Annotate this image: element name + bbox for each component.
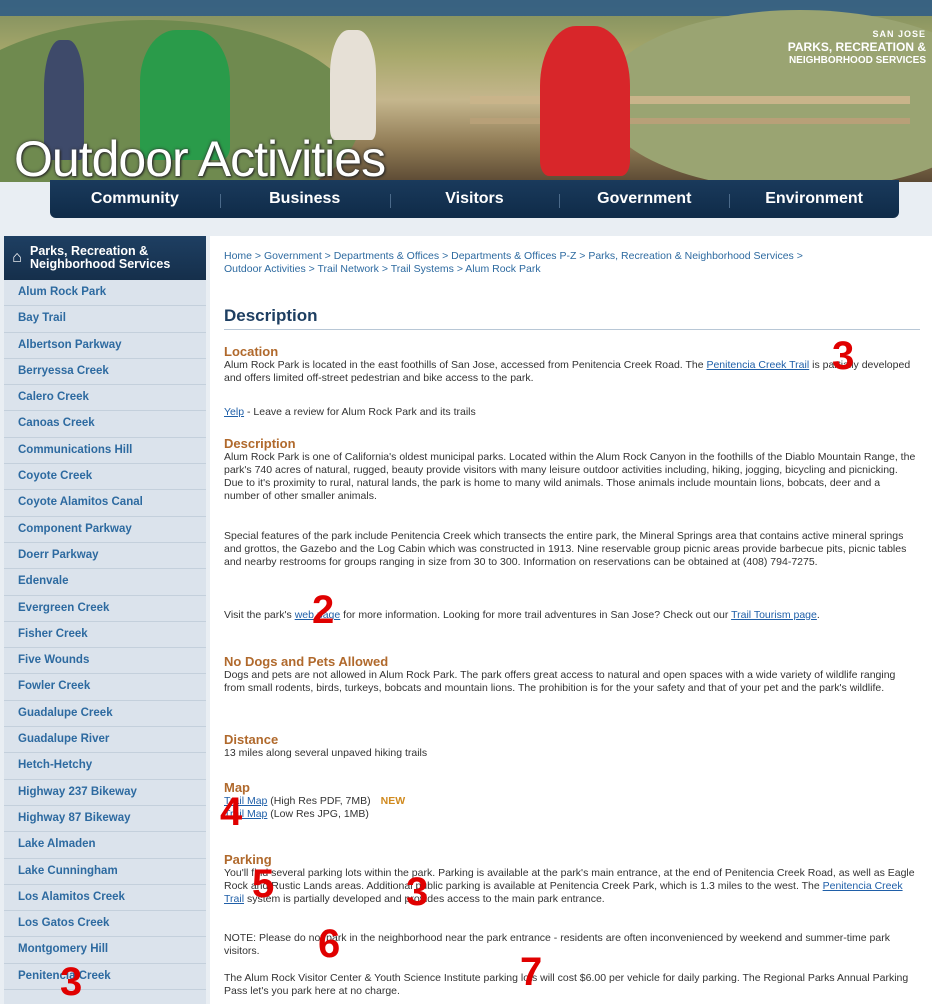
sidebar-header[interactable]: ⌂ Parks, Recreation & Neighborhood Servi… [4, 236, 206, 280]
description-heading: Description [224, 436, 296, 451]
nav-community[interactable]: Community [50, 190, 220, 208]
sidebar-item-highway-87-bikeway[interactable]: Highway 87 Bikeway [4, 806, 206, 833]
map-section: Map Trail Map (High Res PDF, 7MB) NEW Tra… [224, 780, 918, 821]
sidebar-item-berryessa-creek[interactable]: Berryessa Creek [4, 359, 206, 386]
location-heading: Location [224, 344, 279, 359]
sidebar-item-bay-trail[interactable]: Bay Trail [4, 306, 206, 333]
sidebar-item-calero-creek[interactable]: Calero Creek [4, 385, 206, 412]
page-title: Description [224, 306, 318, 325]
title-divider [224, 329, 920, 330]
location-section: Location Alum Rock Park is located in th… [224, 344, 918, 385]
sidebar-item-highway-237-bikeway[interactable]: Highway 237 Bikeway [4, 780, 206, 806]
nav-visitors[interactable]: Visitors [389, 190, 560, 208]
yelp-line: Yelp - Leave a review for Alum Rock Park… [224, 406, 476, 418]
distance-section: Distance 13 miles along several unpaved … [224, 732, 918, 760]
description-paragraph-1: Alum Rock Park is one of California's ol… [224, 451, 916, 502]
sidebar-item-montgomery-hill[interactable]: Montgomery Hill [4, 937, 206, 964]
sidebar-item-doerr-parkway[interactable]: Doerr Parkway [4, 543, 206, 570]
annotation-number-7: 7 [520, 950, 543, 994]
sidebar-item-alum-rock-park[interactable]: Alum Rock Park [4, 280, 206, 307]
sidebar-item-guadalupe-creek[interactable]: Guadalupe Creek [4, 701, 206, 728]
new-badge: NEW [380, 795, 406, 807]
map-heading: Map [224, 780, 250, 795]
nav-business[interactable]: Business [219, 190, 390, 208]
home-icon: ⌂ [12, 249, 22, 266]
sidebar-item-albertson-parkway[interactable]: Albertson Parkway [4, 333, 206, 359]
annotation-number-3c: 3 [60, 960, 83, 1004]
sidebar-item-guadalupe-river[interactable]: Guadalupe River [4, 727, 206, 754]
sidebar-item-edenvale[interactable]: Edenvale [4, 569, 206, 596]
parking-heading: Parking [224, 852, 272, 867]
sidebar-item-communications-hill[interactable]: Communications Hill [4, 438, 206, 465]
sidebar-item-fisher-creek[interactable]: Fisher Creek [4, 622, 206, 649]
description-paragraph-2: Special features of the park include Pen… [224, 530, 907, 568]
runner-image [330, 30, 376, 140]
sidebar-item-fowler-creek[interactable]: Fowler Creek [4, 674, 206, 701]
breadcrumb[interactable]: Home > Government > Departments & Office… [224, 250, 814, 276]
cyclist-red-image [540, 26, 630, 176]
description-section: Description Alum Rock Park is one of Cal… [224, 436, 918, 503]
annotation-number-3b: 3 [406, 870, 429, 914]
fence-image [470, 96, 910, 104]
sidebar-item-los-gatos-creek[interactable]: Los Gatos Creek [4, 911, 206, 938]
sidebar-item-penitencia-creek[interactable]: Penitencia Creek [4, 964, 206, 991]
nav-environment[interactable]: Environment [729, 190, 899, 208]
sidebar-item-five-wounds[interactable]: Five Wounds [4, 648, 206, 675]
sidebar-item-component-parkway[interactable]: Component Parkway [4, 517, 206, 543]
hero-title: Outdoor Activities [14, 131, 386, 182]
yelp-link[interactable]: Yelp [224, 406, 244, 418]
sidebar-item-coyote-creek[interactable]: Coyote Creek [4, 464, 206, 491]
distance-heading: Distance [224, 732, 279, 747]
trail-tourism-link[interactable]: Trail Tourism page [731, 609, 817, 621]
annotation-number-6: 6 [318, 922, 341, 966]
sidebar-item-canoas-creek[interactable]: Canoas Creek [4, 411, 206, 438]
sidebar-item-hetch-hetchy[interactable]: Hetch-Hetchy [4, 753, 206, 780]
sidebar-item-los-alamitos-creek[interactable]: Los Alamitos Creek [4, 885, 206, 912]
header-banner: SAN JOSE PARKS, RECREATION & NEIGHBORHOO… [0, 0, 932, 182]
annotation-number-5: 5 [252, 862, 275, 906]
annotation-number-3: 3 [832, 334, 855, 378]
sidebar: ⌂ Parks, Recreation & Neighborhood Servi… [4, 236, 206, 1004]
sidebar-item-lake-almaden[interactable]: Lake Almaden [4, 832, 206, 859]
visitor-center-parking: The Alum Rock Visitor Center & Youth Sci… [224, 972, 909, 997]
annotation-number-2: 2 [312, 588, 335, 632]
sidebar-item-evergreen-creek[interactable]: Evergreen Creek [4, 596, 206, 622]
annotation-number-4: 4 [220, 790, 243, 834]
dogs-heading: No Dogs and Pets Allowed [224, 654, 389, 669]
nav-government[interactable]: Government [559, 190, 729, 208]
parking-section: Parking You'll find several parking lots… [224, 852, 918, 906]
sidebar-item-lake-cunningham[interactable]: Lake Cunningham [4, 859, 206, 885]
brand-logo: SAN JOSE PARKS, RECREATION & NEIGHBORHOO… [787, 29, 926, 66]
penitencia-creek-trail-link[interactable]: Penitencia Creek Trail [706, 359, 809, 371]
sidebar-item-coyote-alamitos-canal[interactable]: Coyote Alamitos Canal [4, 490, 206, 517]
main-nav: Community Business Visitors Government E… [50, 180, 899, 218]
dogs-section: No Dogs and Pets Allowed Dogs and pets a… [224, 654, 918, 695]
